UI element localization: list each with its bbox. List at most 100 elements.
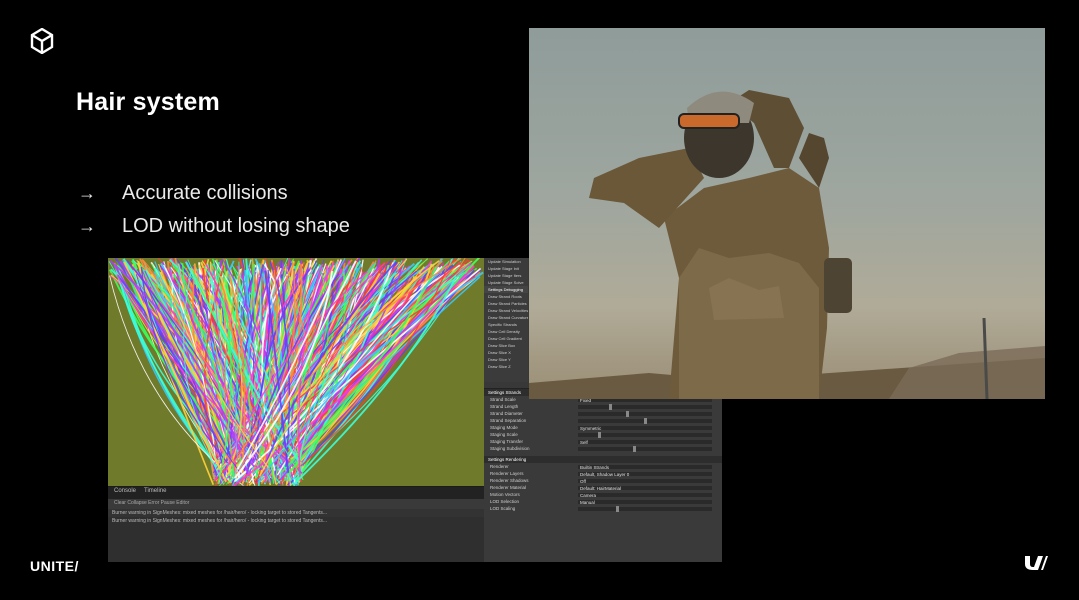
- inspector-list-item[interactable]: Draw Cell Density: [484, 328, 528, 335]
- property-label: Strand Length: [490, 404, 519, 409]
- inspector-property-row: Motion Vectors Camera: [484, 491, 722, 498]
- property-field[interactable]: Self: [578, 439, 712, 445]
- inspector-list: Update Simulation Update Stage Init Update…: [484, 258, 528, 382]
- inspector-list-item[interactable]: Draw Strand Particles: [484, 300, 528, 307]
- property-value: Camera: [580, 492, 597, 498]
- inspector-property-row: Staging Scale: [484, 431, 722, 438]
- inspector-list-item[interactable]: Draw Strand Curvature: [484, 314, 528, 321]
- slider-handle[interactable]: [598, 431, 602, 438]
- property-value: [578, 447, 580, 452]
- slide-title: Hair system: [76, 88, 220, 116]
- property-value: Builtin Strands: [580, 464, 610, 470]
- hair-strands-visualization: [108, 258, 484, 486]
- property-value: [578, 433, 580, 438]
- slider-handle[interactable]: [608, 403, 612, 410]
- inspector-list-item[interactable]: Draw Strand Roots: [484, 293, 528, 300]
- inspector-property-row: Strand Diameter: [484, 410, 722, 417]
- property-field[interactable]: [578, 431, 712, 438]
- bullet-item: → LOD without losing shape: [78, 215, 350, 238]
- inspector-list-item[interactable]: Update Stage Solve: [484, 279, 528, 286]
- inspector-property-row: Strand Separation: [484, 417, 722, 424]
- property-label: LOD Scaling: [490, 506, 516, 511]
- console-log-line[interactable]: Burner warning in SignMeshes: mixed mesh…: [108, 509, 484, 517]
- property-field[interactable]: Default: HairMaterial: [578, 485, 712, 491]
- property-field[interactable]: Manual: [578, 499, 712, 505]
- console-log-line[interactable]: Burner warning in SignMeshes: mixed mesh…: [108, 517, 484, 525]
- property-value: Self: [580, 439, 588, 445]
- console-toolbar[interactable]: Clear Collapse Error Pause Editor: [108, 499, 484, 509]
- inspector-property-row: Renderer Builtin Strands: [484, 463, 722, 470]
- bullet-text: Accurate collisions: [122, 182, 288, 204]
- property-value: [578, 412, 580, 417]
- property-label: Staging Subdivision: [490, 446, 530, 451]
- inspector-settings: Settings Strands Strand Scale Fixed Strand…: [484, 388, 722, 562]
- inspector-property-row: Strand Length: [484, 403, 722, 410]
- slider-handle[interactable]: [626, 410, 630, 417]
- inspector-property-row: Staging Transfer Self: [484, 438, 722, 445]
- inspector-list-item[interactable]: Draw Slice Box: [484, 342, 528, 349]
- slider-handle[interactable]: [643, 417, 647, 424]
- property-field[interactable]: Builtin Strands: [578, 464, 712, 470]
- inspector-property-row: Staging Subdivision: [484, 445, 722, 452]
- arrow-right-icon: →: [78, 183, 96, 203]
- inspector-property-row: LOD Scaling: [484, 505, 722, 512]
- inspector-list-item[interactable]: Draw Cell Gradient: [484, 335, 528, 342]
- inspector-list-item[interactable]: Draw Slice Y: [484, 356, 528, 363]
- inspector-section-header[interactable]: Settings Debugging: [484, 286, 528, 293]
- property-value: [578, 419, 580, 424]
- inspector-list-item[interactable]: Specific Strands: [484, 321, 528, 328]
- property-label: LOD Selection: [490, 499, 520, 504]
- property-value: Symmetric: [580, 425, 602, 431]
- inspector-property-row: Renderer Material Default: HairMaterial: [484, 484, 722, 491]
- property-value: Off: [580, 478, 586, 484]
- slider-handle[interactable]: [615, 505, 619, 512]
- tab-console[interactable]: Console: [114, 488, 136, 498]
- bullet-item: → Accurate collisions: [78, 182, 288, 205]
- property-field[interactable]: [578, 505, 712, 512]
- property-label: Strand Diameter: [490, 411, 523, 416]
- property-label: Renderer Shadows: [490, 478, 529, 483]
- inspector-list-item[interactable]: Update Simulation: [484, 258, 528, 265]
- inspector-list-item[interactable]: Draw Strand Velocities: [484, 307, 528, 314]
- property-label: Renderer Material: [490, 485, 527, 490]
- tab-timeline[interactable]: Timeline: [144, 488, 166, 498]
- property-label: Renderer: [490, 464, 509, 469]
- property-value: [578, 507, 580, 512]
- inspector-list-item[interactable]: Draw Slice X: [484, 349, 528, 356]
- property-label: Strand Separation: [490, 418, 527, 423]
- property-field[interactable]: [578, 445, 712, 452]
- soldier-figure: [529, 90, 1045, 399]
- property-value: [578, 405, 580, 410]
- inspector-list-item[interactable]: Draw Slice Z: [484, 363, 528, 370]
- slider-handle[interactable]: [632, 445, 636, 452]
- unite-wordmark: UNITE/: [30, 558, 79, 574]
- scene-view[interactable]: [108, 258, 484, 486]
- property-field[interactable]: Default, Shadow Layer 0: [578, 471, 712, 476]
- inspector-list-item[interactable]: Update Stage Iters: [484, 272, 528, 279]
- property-field[interactable]: Off: [578, 478, 712, 484]
- property-field[interactable]: [578, 403, 712, 410]
- character-render-image: [529, 28, 1045, 399]
- inspector-property-row: Staging Mode Symmetric: [484, 424, 722, 431]
- property-label: Motion Vectors: [490, 492, 520, 497]
- unite-logo-icon: [1025, 556, 1048, 570]
- property-field[interactable]: [578, 417, 712, 424]
- inspector-property-row: Renderer Shadows Off: [484, 477, 722, 484]
- property-field[interactable]: Symmetric: [578, 425, 712, 431]
- property-label: Renderer Layers: [490, 471, 524, 476]
- inspector-property-row: Renderer Layers Default, Shadow Layer 0: [484, 470, 722, 477]
- unity-logo-icon: [30, 28, 54, 54]
- console-tabs: Console Timeline: [108, 487, 484, 499]
- inspector-list-item[interactable]: Update Stage Init: [484, 265, 528, 272]
- property-label: Staging Scale: [490, 432, 518, 437]
- section-header[interactable]: Settings Rendering: [484, 456, 722, 463]
- console-panel: Console Timeline Clear Collapse Error Pa…: [108, 486, 484, 562]
- property-label: Staging Mode: [490, 425, 518, 430]
- property-field[interactable]: Camera: [578, 492, 712, 498]
- arrow-right-icon: →: [78, 216, 96, 236]
- property-value: Default: HairMaterial: [580, 485, 622, 491]
- property-value: Manual: [580, 499, 595, 505]
- property-field[interactable]: [578, 410, 712, 417]
- inspector-property-row: LOD Selection Manual: [484, 498, 722, 505]
- bullet-text: LOD without losing shape: [122, 215, 350, 237]
